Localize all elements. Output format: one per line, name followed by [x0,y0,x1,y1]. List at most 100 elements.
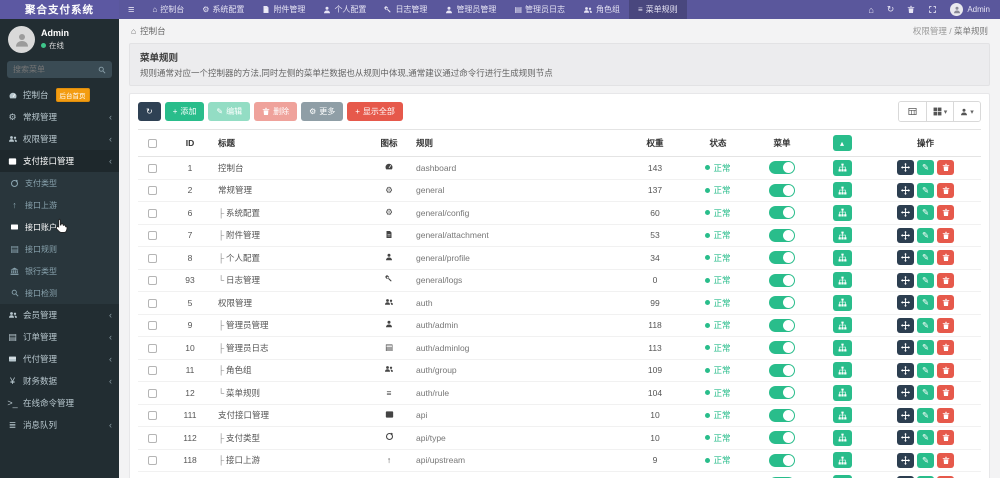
topnav-tab[interactable]: 附件管理 [253,0,314,19]
table-row[interactable]: 118 ├ 接口上游 ↑ api/upstream 9 正常 ✎ [138,448,981,472]
delete-row-button[interactable] [937,340,954,356]
sidebar-subitem[interactable]: ↑ 接口上游 [0,194,119,216]
add-button[interactable]: + 添加 [164,102,205,121]
toggle-submenu-button[interactable] [832,294,852,311]
topnav-tab[interactable]: ⌂ 控制台 [143,0,193,19]
show-all-button[interactable]: + 显示全部 [347,102,403,121]
row-checkbox[interactable] [147,276,157,286]
edit-row-button[interactable]: ✎ [917,452,934,468]
edit-row-button[interactable]: ✎ [917,272,934,288]
table-row[interactable]: 9 ├ 管理员管理 auth/admin 118 正常 ✎ [138,313,981,337]
table-row[interactable]: 5 权限管理 auth 99 正常 ✎ [138,291,981,314]
topnav-tab[interactable]: 管理员管理 [436,0,505,19]
table-row[interactable]: 1 控制台 dashboard 143 正常 ✎ [138,157,981,180]
edit-row-button[interactable]: ✎ [917,295,934,311]
delete-row-button[interactable] [937,160,954,176]
menu-toggle[interactable] [769,453,795,467]
table-row[interactable]: 111 支付接口管理 api 10 正常 ✎ [138,403,981,427]
toggle-submenu-button[interactable] [832,407,852,424]
col-title[interactable]: 标题 [214,129,366,157]
sidebar-item[interactable]: 会员管理 ‹ [0,304,119,326]
drag-sort-button[interactable] [897,340,914,356]
breadcrumb-parent[interactable]: 权限管理 [913,26,947,36]
delete-row-button[interactable] [937,430,954,446]
columns-button[interactable]: ▾ [926,102,953,121]
refresh-button[interactable]: ↻ [138,102,161,121]
row-checkbox[interactable] [147,253,157,263]
sidebar-subitem[interactable]: 接口检测 [0,282,119,304]
menu-toggle[interactable] [769,273,795,287]
refresh-icon[interactable]: ↻ [887,4,895,15]
menu-toggle[interactable] [769,408,795,422]
drag-sort-button[interactable] [897,362,914,378]
menu-toggle[interactable] [769,431,795,445]
sidebar-toggle-icon[interactable]: ≡ [119,4,143,16]
edit-row-button[interactable]: ✎ [917,317,934,333]
edit-row-button[interactable]: ✎ [917,250,934,266]
row-checkbox[interactable] [147,456,157,466]
breadcrumb-home[interactable]: ⌂ 控制台 [131,25,166,37]
collapse-all-button[interactable]: ▴ [832,135,852,151]
sidebar-item[interactable]: 支付接口管理 ‹ [0,150,119,172]
table-row[interactable]: 2 常规管理 ⚙ general 137 正常 ✎ [138,178,981,202]
topnav-tab[interactable]: 日志管理 [375,0,436,19]
delete-button[interactable]: 删除 [254,102,298,121]
table-row[interactable]: 6 ├ 系统配置 ⚙ general/config 60 正常 ✎ [138,201,981,224]
delete-row-button[interactable] [937,227,954,243]
drag-sort-button[interactable] [897,227,914,243]
sidebar-subitem[interactable]: ▤ 接口规则 [0,238,119,260]
toggle-submenu-button[interactable] [832,182,852,199]
delete-row-button[interactable] [937,407,954,423]
delete-row-button[interactable] [937,250,954,266]
delete-row-button[interactable] [937,205,954,221]
sidebar-subitem[interactable]: 银行类型 [0,260,119,282]
drag-sort-button[interactable] [897,385,914,401]
drag-sort-button[interactable] [897,160,914,176]
export-button[interactable]: ▾ [953,102,980,121]
toggle-submenu-button[interactable] [832,384,852,401]
toggle-view-button[interactable] [899,102,926,121]
menu-toggle[interactable] [769,161,795,175]
menu-toggle[interactable] [769,296,795,310]
drag-sort-button[interactable] [897,430,914,446]
row-checkbox[interactable] [147,298,157,308]
edit-row-button[interactable]: ✎ [917,340,934,356]
menu-toggle[interactable] [769,206,795,220]
toggle-submenu-button[interactable] [832,317,852,334]
clear-cache-icon[interactable] [907,5,915,14]
table-row[interactable]: 112 ├ 支付类型 api/type 10 正常 ✎ [138,426,981,449]
row-checkbox[interactable] [147,321,157,331]
menu-toggle[interactable] [769,363,795,377]
table-row[interactable]: 12 └ 菜单规则 ≡ auth/rule 104 正常 ✎ [138,381,981,404]
table-row[interactable]: 10 ├ 管理员日志 ▤ auth/adminlog 113 正常 ✎ [138,336,981,359]
topnav-tab[interactable]: ≡ 菜单规则 [629,0,687,19]
row-checkbox[interactable] [147,163,157,173]
edit-row-button[interactable]: ✎ [917,407,934,423]
sidebar-item[interactable]: 代付管理 ‹ [0,348,119,370]
delete-row-button[interactable] [937,272,954,288]
toggle-submenu-button[interactable] [832,249,852,266]
row-checkbox[interactable] [147,208,157,218]
toggle-submenu-button[interactable] [832,159,852,176]
sidebar-item[interactable]: ▤ 订单管理 ‹ [0,326,119,348]
row-checkbox[interactable] [147,433,157,443]
row-checkbox[interactable] [147,231,157,241]
row-checkbox[interactable] [147,186,157,196]
sidebar-item[interactable]: ⚙ 常规管理 ‹ [0,106,119,128]
sidebar-subitem[interactable]: 接口账户 [0,216,119,238]
sidebar-item[interactable]: 权限管理 ‹ [0,128,119,150]
delete-row-button[interactable] [937,385,954,401]
edit-row-button[interactable]: ✎ [917,362,934,378]
toggle-submenu-button[interactable] [832,452,852,469]
edit-row-button[interactable]: ✎ [917,160,934,176]
drag-sort-button[interactable] [897,205,914,221]
fullscreen-icon[interactable] [928,5,937,14]
drag-sort-button[interactable] [897,182,914,198]
sidebar-item[interactable]: ≣ 消息队列 ‹ [0,414,119,436]
edit-row-button[interactable]: ✎ [917,182,934,198]
drag-sort-button[interactable] [897,272,914,288]
sidebar-item[interactable]: ¥ 财务数据 ‹ [0,370,119,392]
toggle-submenu-button[interactable] [832,339,852,356]
delete-row-button[interactable] [937,295,954,311]
sidebar-subitem[interactable]: 支付类型 [0,172,119,194]
